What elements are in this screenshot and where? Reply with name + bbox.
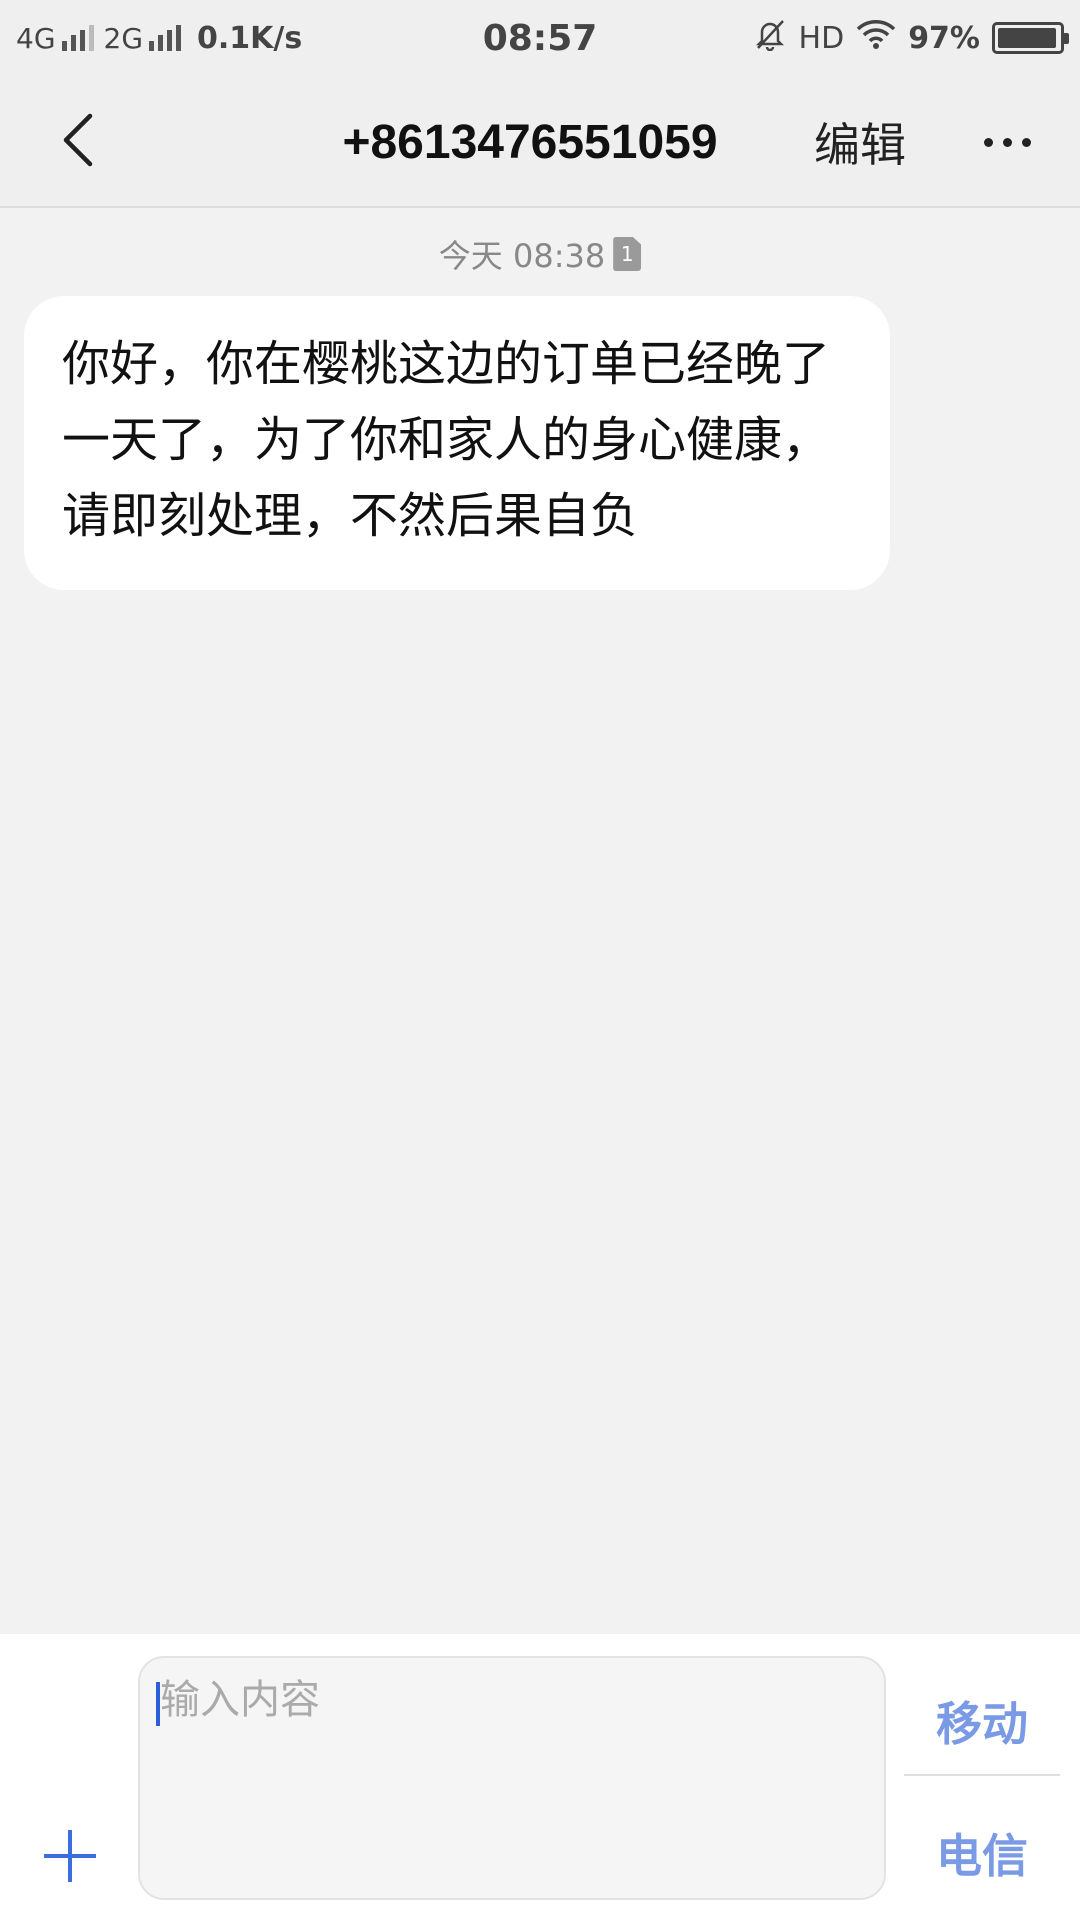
battery-percent: 97%: [908, 20, 980, 56]
signal-icon: [61, 25, 94, 51]
wifi-icon: [856, 18, 896, 58]
conversation-header: +8613476551059 编辑: [0, 76, 1080, 208]
contact-number: +8613476551059: [342, 115, 718, 169]
network-1-label: 4G: [16, 21, 56, 55]
add-attachment-button[interactable]: [38, 1824, 102, 1888]
timestamp-text: 今天 08:38: [438, 237, 606, 275]
battery-icon: [992, 22, 1069, 54]
network-1: 4G: [16, 22, 94, 55]
sim-card-icon: 1: [613, 237, 642, 271]
message-input[interactable]: [158, 1672, 858, 1728]
more-dots-icon: [983, 137, 993, 147]
signal-icon: [149, 25, 182, 51]
message-list[interactable]: 今天 08:38 1 你好，你在樱桃这边的订单已经晚了一天了，为了你和家人的身心…: [0, 208, 1080, 1633]
chevron-left-icon: [58, 110, 98, 174]
more-button[interactable]: [962, 76, 1052, 208]
composer-bar: 移动 电信: [0, 1634, 1080, 1920]
message-bubble[interactable]: 你好，你在樱桃这边的订单已经晚了一天了，为了你和家人的身心健康，请即刻处理，不然…: [24, 296, 890, 590]
message-input-box[interactable]: [138, 1656, 886, 1900]
edit-button[interactable]: 编辑: [800, 76, 920, 208]
status-bar: 4G 2G 0.1K/s 08:57 HD 97%: [0, 0, 1080, 76]
network-2: 2G: [104, 22, 182, 55]
network-2-label: 2G: [103, 21, 144, 55]
plus-icon: [38, 1830, 102, 1892]
more-dot: [1002, 137, 1012, 147]
status-left: 4G 2G 0.1K/s: [16, 0, 302, 76]
more-dot: [1021, 137, 1031, 147]
status-right: HD 97%: [753, 0, 1069, 76]
send-divider: [904, 1774, 1060, 1776]
message-timestamp: 今天 08:38 1: [0, 234, 1080, 275]
network-speed: 0.1K/s: [197, 20, 303, 56]
mute-bell-icon: [753, 17, 787, 59]
back-button[interactable]: [40, 104, 116, 180]
send-sim1-button[interactable]: 移动: [904, 1656, 1060, 1786]
hd-label: HD: [798, 20, 845, 56]
send-sim2-button[interactable]: 电信: [904, 1794, 1060, 1912]
